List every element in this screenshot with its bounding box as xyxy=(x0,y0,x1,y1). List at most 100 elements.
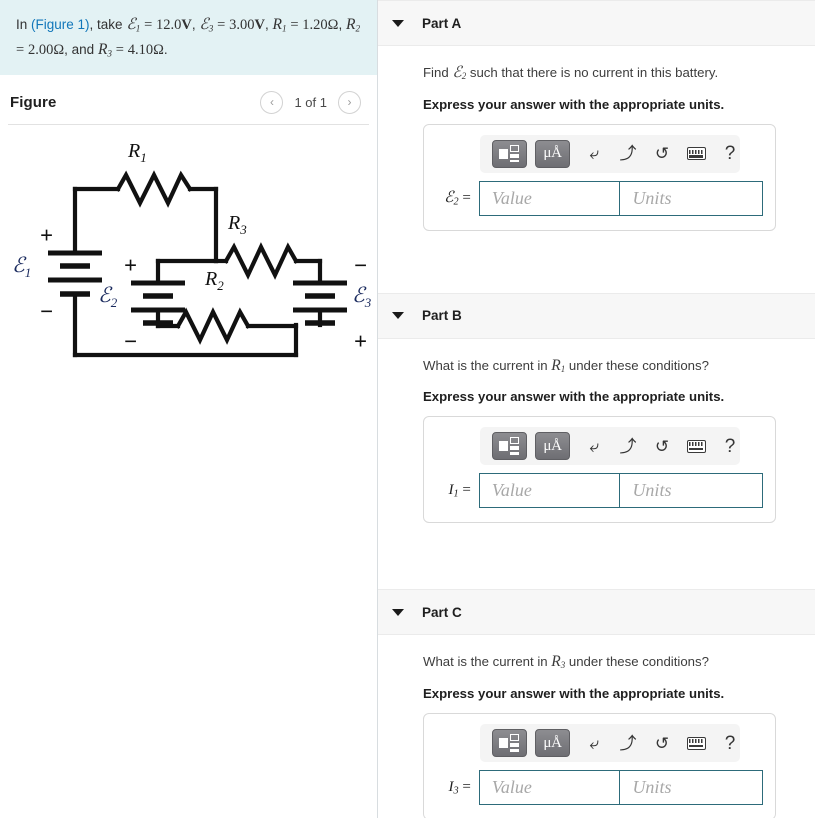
part-c-body: What is the current in R3 under these co… xyxy=(378,635,815,818)
redo-arrow-icon[interactable]: ⤴ xyxy=(618,145,638,162)
part-a-header[interactable]: Part A xyxy=(378,0,815,46)
r1-subscript: 1 xyxy=(281,23,287,34)
figure-header: Figure ‹ 1 of 1 › xyxy=(0,75,377,124)
chevron-down-icon[interactable] xyxy=(392,608,404,616)
figure-1-link[interactable]: (Figure 1) xyxy=(31,17,90,32)
part-b-answer-card: μÅ ⤶ ⤴ ↺ ? I1 = Value Units xyxy=(423,416,776,524)
eq-sign-5: = xyxy=(115,42,124,59)
redo-arrow-icon[interactable]: ⤴ xyxy=(618,438,638,455)
part-c-question: What is the current in R3 under these co… xyxy=(423,651,815,673)
polarity-e2-minus: − xyxy=(124,329,137,354)
circuit-diagram-svg: R1 R3 R2 ℰ1 ℰ2 ℰ3 + − + − − + xyxy=(12,140,372,358)
part-b-units-input[interactable]: Units xyxy=(620,473,763,509)
micro-angstrom-units-icon[interactable]: μÅ xyxy=(535,432,570,461)
part-c-answer-label: I3 = xyxy=(448,778,471,797)
chevron-left-icon: ‹ xyxy=(269,95,274,110)
r2-unit: Ω xyxy=(53,42,65,59)
polarity-e1-minus: − xyxy=(40,299,53,324)
emf-1-symbol: ℰ xyxy=(126,16,136,33)
math-template-icon[interactable] xyxy=(492,729,527,758)
redo-arrow-icon[interactable]: ⤴ xyxy=(618,735,638,752)
problem-middle: , take xyxy=(89,17,127,32)
part-b-header[interactable]: Part B xyxy=(378,292,815,339)
part-b-question-symbol: R xyxy=(551,356,561,374)
problem-page: In (Figure 1), take ℰ1 = 12.0V, ℰ3 = 3.0… xyxy=(0,0,815,818)
math-template-icon[interactable] xyxy=(492,139,527,168)
keyboard-icon[interactable] xyxy=(686,439,706,453)
polarity-e1-plus: + xyxy=(40,223,53,248)
conjunction: and xyxy=(71,42,95,58)
polarity-e3-plus: + xyxy=(354,329,367,354)
chevron-down-icon[interactable] xyxy=(392,19,404,27)
part-c-title: Part C xyxy=(422,604,462,620)
part-c-answer-row: I3 = Value Units xyxy=(436,770,763,806)
part-a-body: Find ℰ2 such that there is no current in… xyxy=(378,46,815,231)
help-question-icon[interactable]: ? xyxy=(720,437,740,456)
part-b-toolbar: μÅ ⤶ ⤴ ↺ ? xyxy=(480,427,740,466)
problem-prefix: In xyxy=(16,17,32,32)
part-c-header[interactable]: Part C xyxy=(378,589,815,636)
part-a-units-input[interactable]: Units xyxy=(620,180,763,216)
part-a-value-input[interactable]: Value xyxy=(478,180,621,216)
chevron-down-icon[interactable] xyxy=(392,312,404,320)
emf-1-unit: V xyxy=(181,17,192,33)
eq-sign-4: = xyxy=(16,42,25,59)
micro-angstrom-units-icon[interactable]: μÅ xyxy=(535,729,570,758)
undo-arrow-icon[interactable]: ⤶ xyxy=(584,735,604,752)
figure-next-button[interactable]: › xyxy=(338,90,361,114)
part-a-toolbar: μÅ ⤶ ⤴ ↺ ? xyxy=(480,134,740,173)
keyboard-icon[interactable] xyxy=(686,736,706,750)
r3-subscript: 3 xyxy=(107,48,112,59)
eq-sign-3: = xyxy=(290,17,299,33)
reset-circular-arrow-icon[interactable]: ↺ xyxy=(652,735,672,752)
part-a-question-symbol: ℰ xyxy=(452,64,462,81)
figure-pager: ‹ 1 of 1 › xyxy=(260,90,361,114)
eq-sign-2: = xyxy=(217,17,226,33)
micro-angstrom-units-icon[interactable]: μÅ xyxy=(535,139,570,168)
help-question-icon[interactable]: ? xyxy=(720,734,740,753)
r2-value: 2.00 xyxy=(27,42,54,59)
keyboard-icon[interactable] xyxy=(686,147,706,161)
emf-3-unit: V xyxy=(254,17,265,33)
r3-value: 4.10 xyxy=(127,42,154,59)
help-question-icon[interactable]: ? xyxy=(720,144,740,163)
part-c-value-input[interactable]: Value xyxy=(478,770,621,806)
reset-circular-arrow-icon[interactable]: ↺ xyxy=(652,145,672,162)
undo-arrow-icon[interactable]: ⤶ xyxy=(584,438,604,455)
part-c-toolbar: μÅ ⤶ ⤴ ↺ ? xyxy=(480,724,740,763)
part-a-answer-label: ℰ2 = xyxy=(444,189,471,208)
figure-prev-button[interactable]: ‹ xyxy=(260,90,284,114)
comma-3: , xyxy=(338,17,343,32)
part-a-answer-row: ℰ2 = Value Units xyxy=(436,180,763,216)
emf-1-subscript: 1 xyxy=(135,23,141,34)
comma-4: , xyxy=(64,42,68,58)
part-c-answer-card: μÅ ⤶ ⤴ ↺ ? I3 = Value Units xyxy=(423,713,776,818)
spacer-a xyxy=(378,231,815,293)
part-b-instruction: Express your answer with the appropriate… xyxy=(423,389,725,405)
part-b-value-input[interactable]: Value xyxy=(478,473,621,509)
part-b-question-pre: What is the current in xyxy=(423,357,552,373)
part-c-units-input[interactable]: Units xyxy=(620,770,763,806)
label-E2: ℰ2 xyxy=(98,283,118,310)
comma-1: , xyxy=(191,17,196,32)
part-b-question-post: under these conditions? xyxy=(565,357,709,373)
math-template-icon[interactable] xyxy=(492,432,527,461)
part-b-body: What is the current in R1 under these co… xyxy=(378,339,815,524)
chevron-right-icon: › xyxy=(347,95,352,110)
r1-symbol: R xyxy=(272,16,282,33)
label-E1: ℰ1 xyxy=(12,253,31,280)
r2-subscript: 2 xyxy=(355,23,361,34)
problem-statement-text: In (Figure 1), take ℰ1 = 12.0V, ℰ3 = 3.0… xyxy=(16,12,363,63)
undo-arrow-icon[interactable]: ⤶ xyxy=(584,145,604,162)
label-R3: R3 xyxy=(227,212,247,237)
reset-circular-arrow-icon[interactable]: ↺ xyxy=(652,438,672,455)
circuit-figure: R1 R3 R2 ℰ1 ℰ2 ℰ3 + − + − − + xyxy=(0,125,377,378)
part-b-question: What is the current in R1 under these co… xyxy=(423,355,815,377)
part-c-instruction: Express your answer with the appropriate… xyxy=(423,686,725,702)
emf-3-symbol: ℰ xyxy=(199,16,209,33)
part-c-question-post: under these conditions? xyxy=(565,654,709,670)
part-c-question-symbol: R xyxy=(551,653,561,671)
polarity-e2-plus: + xyxy=(124,253,137,278)
label-E3: ℰ3 xyxy=(352,283,372,310)
part-a-instruction: Express your answer with the appropriate… xyxy=(423,96,725,112)
